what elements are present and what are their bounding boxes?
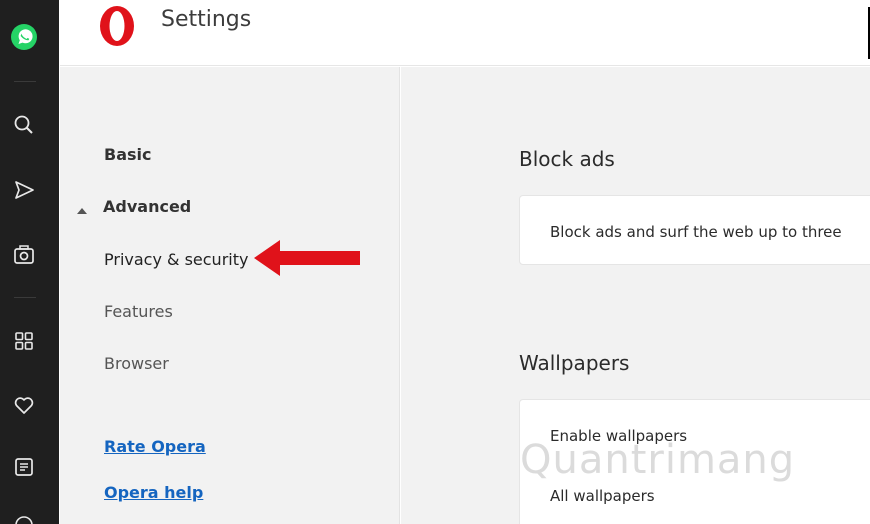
- search-icon[interactable]: [9, 110, 39, 140]
- block-ads-card: Block ads and surf the web up to three: [519, 195, 870, 265]
- block-ads-heading: Block ads: [519, 147, 615, 171]
- opera-logo-icon: [98, 4, 136, 52]
- more-icon[interactable]: [9, 510, 39, 524]
- settings-header: Settings: [60, 0, 870, 66]
- camera-icon[interactable]: [9, 240, 39, 270]
- sidebar-divider: [14, 81, 36, 82]
- apps-icon[interactable]: [9, 326, 39, 356]
- nav-features[interactable]: Features: [104, 302, 173, 321]
- watermark: Quantrimang: [520, 437, 796, 483]
- page-title: Settings: [161, 7, 252, 32]
- heart-icon[interactable]: [9, 390, 39, 420]
- red-arrow-annotation: [252, 236, 362, 284]
- all-wallpapers-label[interactable]: All wallpapers: [550, 487, 655, 505]
- opera-sidebar: [0, 0, 59, 524]
- nav-browser[interactable]: Browser: [104, 354, 169, 373]
- block-ads-description[interactable]: Block ads and surf the web up to three: [550, 223, 842, 241]
- send-icon[interactable]: [9, 175, 39, 205]
- settings-nav: Basic Advanced Privacy & security Featur…: [60, 67, 400, 524]
- opera-help-link[interactable]: Opera help: [104, 483, 203, 502]
- rate-opera-link[interactable]: Rate Opera: [104, 437, 206, 456]
- nav-advanced[interactable]: Advanced: [103, 197, 191, 216]
- nav-basic[interactable]: Basic: [104, 145, 151, 164]
- nav-privacy-security[interactable]: Privacy & security: [104, 250, 248, 269]
- whatsapp-icon[interactable]: [9, 22, 39, 52]
- sidebar-divider: [14, 297, 36, 298]
- wallpapers-heading: Wallpapers: [519, 351, 630, 375]
- collapse-caret-icon[interactable]: [77, 208, 87, 214]
- news-icon[interactable]: [9, 452, 39, 482]
